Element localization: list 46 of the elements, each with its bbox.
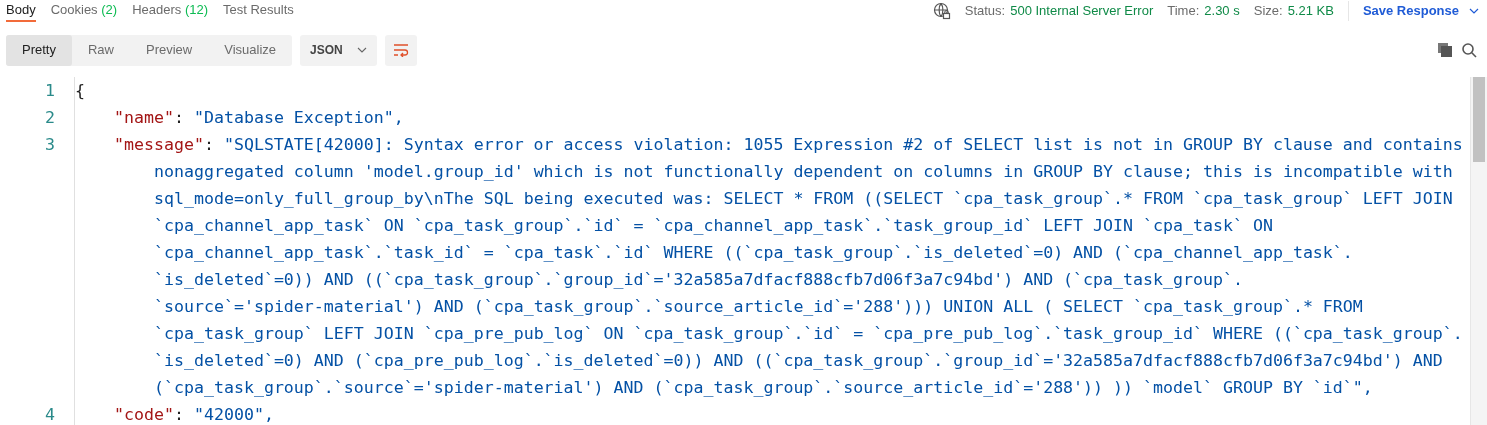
- response-tab[interactable]: Cookies (2): [50, 0, 118, 22]
- view-mode-tab[interactable]: Raw: [71, 34, 130, 66]
- json-key: "name": [114, 104, 174, 131]
- status-value: 5.21 KB: [1287, 2, 1334, 21]
- line-number: 3: [44, 134, 55, 156]
- view-mode-tab[interactable]: Preview: [130, 34, 209, 66]
- json-string-value: nonaggregated column 'model.group_id' which is not functionally dependent on columns in GROUP BY clause; this is incompatible with: [153, 161, 1454, 183]
- json-string-value: `cpa_task_group` LEFT JOIN `cpa_pre_pub_log` ON `cpa_task_group`.`id` = `cpa_pre_pub_log`.`task_group_id` WHERE ((`cpa_task_group`.: [153, 323, 1463, 345]
- json-string-value: (`cpa_task_group`.`source`='spider-material') AND (`cpa_task_group`.`source_article_id`='288')) )) `model` GROUP BY `id`",: [153, 377, 1374, 399]
- copy-icon[interactable]: [1438, 43, 1452, 57]
- line-number: 2: [44, 107, 55, 129]
- json-string-value: `cpa_channel_app_task`.`task_id` = `cpa_task`.`id` WHERE ((`cpa_task_group`.`is_deleted`=0) AND (`cpa_channel_app_task`.: [153, 242, 1354, 264]
- json-string-value: "Database Exception",: [193, 107, 404, 129]
- code-text: :: [173, 107, 184, 129]
- json-string-value: sql_mode=only_full_group_by\nThe SQL being executed was: SELECT * FROM ((SELECT `cpa_task_group`.* FROM `cpa_task_group` LEFT JOIN: [153, 188, 1454, 210]
- view-mode-tab[interactable]: Visualize: [208, 34, 293, 66]
- json-string-value: `is_deleted`=0) AND (`cpa_pre_pub_log`.`is_deleted`=0)) AND ((`cpa_task_group`.`group_id`='32a585a7dfacf888cfb7d06f3a7c94bd') AND: [153, 350, 1444, 372]
- chevron-down-icon: [1469, 8, 1479, 14]
- code-text: :: [173, 404, 184, 425]
- code-text: {: [75, 80, 85, 102]
- json-string-value: "SQLSTATE[42000]: Syntax error or access violation: 1055 Expression #2 of SELECT list is not in GROUP BY clause and contains: [223, 134, 1463, 156]
- status-label: Size:: [1253, 2, 1283, 21]
- response-tab[interactable]: Test Results: [223, 0, 294, 22]
- response-tab[interactable]: Body: [6, 0, 36, 22]
- status-value: 500 Internal Server Error: [1010, 2, 1154, 21]
- response-tab[interactable]: Headers (12): [132, 0, 208, 22]
- wrap-lines-button[interactable]: [384, 34, 417, 66]
- json-string-value: "42000",: [193, 404, 274, 425]
- json-key: "code": [114, 401, 174, 425]
- view-mode-tab[interactable]: Pretty: [6, 34, 72, 66]
- code-text: :: [203, 134, 214, 156]
- status-label: Status:: [964, 2, 1006, 21]
- json-key: "message": [114, 131, 204, 158]
- status-value: 2.30 s: [1204, 2, 1240, 21]
- json-string-value: `source`='spider-material') AND (`cpa_task_group`.`source_article_id`='288'))) UNION ALL ( SELECT `cpa_task_group`.* FROM: [153, 296, 1364, 318]
- chevron-down-icon: [356, 47, 367, 53]
- scrollbar-thumb[interactable]: [1473, 77, 1485, 162]
- line-number: 1: [44, 80, 55, 102]
- status-label: Time:: [1167, 2, 1200, 21]
- save-response-button[interactable]: Save Response: [1362, 1, 1479, 21]
- search-icon[interactable]: [1462, 42, 1477, 58]
- wrap-lines-icon: [392, 43, 409, 57]
- json-string-value: `cpa_channel_app_task` ON `cpa_task_group`.`id` = `cpa_channel_app_task`.`task_group_id` LEFT JOIN `cpa_task` ON: [153, 215, 1274, 237]
- json-string-value: `is_deleted`=0)) AND ((`cpa_task_group`.`group_id`='32a585a7dfacf888cfb7d06f3a7c94bd') AND (`cpa_task_group`.: [153, 269, 1244, 291]
- format-dropdown[interactable]: JSON: [300, 34, 377, 66]
- line-number: 4: [44, 404, 55, 425]
